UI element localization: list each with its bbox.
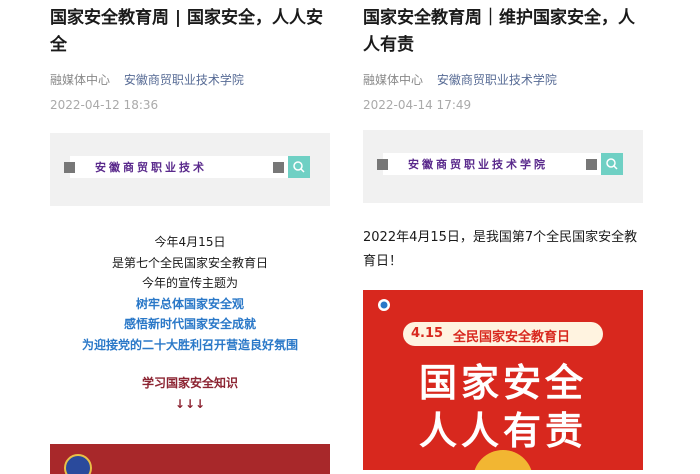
square-icon bbox=[273, 162, 284, 173]
theme-line: 感悟新时代国家安全成就 bbox=[123, 317, 256, 331]
search-banner: 安徽商贸职业技术学院 bbox=[363, 130, 643, 203]
article-body: 2022年4月15日，是我国第7个全民国家安全教育日！ bbox=[363, 230, 638, 269]
intro-line: 今年的宣传主题为 bbox=[141, 276, 238, 290]
emblem-icon bbox=[64, 454, 92, 474]
arrows: ↓↓↓ bbox=[174, 396, 206, 411]
article-meta: 融媒体中心 安徽商贸职业技术学院 bbox=[363, 71, 643, 88]
cta-text: 学习国家安全知识 bbox=[141, 376, 238, 390]
poster-tag: 4.15 全民国家安全教育日 bbox=[403, 322, 603, 346]
poster-headline: 人人有责 bbox=[418, 409, 587, 453]
source-label: 融媒体中心 bbox=[363, 73, 424, 87]
publish-date: 2022-04-14 17:49 bbox=[363, 98, 472, 112]
left-poster-image bbox=[50, 444, 330, 474]
square-icon bbox=[377, 159, 388, 170]
intro-line: 是第七个全民国家安全教育日 bbox=[111, 255, 268, 270]
article-meta: 融媒体中心 安徽商贸职业技术学院 bbox=[50, 71, 330, 88]
poster-date: 4.15 bbox=[411, 326, 444, 341]
account-link[interactable]: 安徽商贸职业技术学院 bbox=[437, 73, 557, 87]
poster-label: 全民国家安全教育日 bbox=[453, 330, 571, 345]
search-banner: 安徽商贸职业技术 bbox=[50, 133, 330, 206]
right-poster-image: 4.15 全民国家安全教育日 国家安全 人人有责 bbox=[363, 290, 643, 470]
publish-date: 2022-04-12 18:36 bbox=[50, 98, 159, 112]
account-link[interactable]: 安徽商贸职业技术学院 bbox=[124, 73, 244, 87]
square-icon bbox=[586, 159, 597, 170]
logo-icon bbox=[375, 298, 393, 315]
search-icon bbox=[288, 156, 310, 178]
banner-search-box: 安徽商贸职业技术学院 bbox=[377, 153, 623, 175]
theme-line: 为迎接党的二十大胜利召开营造良好氛围 bbox=[81, 337, 298, 352]
article-title[interactable]: 国家安全教育周 | 国家安全，人人安全 bbox=[50, 5, 330, 59]
intro-lines: 今年4月15日 是第七个全民国家安全教育日 今年的宣传主题为 树牢总体国家安全观… bbox=[50, 232, 330, 414]
banner-text: 安徽商贸职业技术 bbox=[95, 161, 207, 174]
banner-search-box: 安徽商贸职业技术 bbox=[64, 156, 310, 178]
banner-text: 安徽商贸职业技术学院 bbox=[408, 158, 548, 171]
square-icon bbox=[64, 162, 75, 173]
theme-line: 树牢总体国家安全观 bbox=[135, 296, 244, 311]
article-card-right[interactable]: 国家安全教育周｜维护国家安全，人人有责 融媒体中心 安徽商贸职业技术学院 202… bbox=[363, 0, 643, 112]
intro-line: 今年4月15日 bbox=[154, 235, 226, 249]
search-icon bbox=[601, 153, 623, 175]
poster-headline: 国家安全 bbox=[418, 361, 587, 405]
source-label: 融媒体中心 bbox=[50, 73, 111, 87]
article-card-left[interactable]: 国家安全教育周 | 国家安全，人人安全 融媒体中心 安徽商贸职业技术学院 202… bbox=[50, 0, 330, 112]
article-title[interactable]: 国家安全教育周｜维护国家安全，人人有责 bbox=[363, 5, 643, 59]
